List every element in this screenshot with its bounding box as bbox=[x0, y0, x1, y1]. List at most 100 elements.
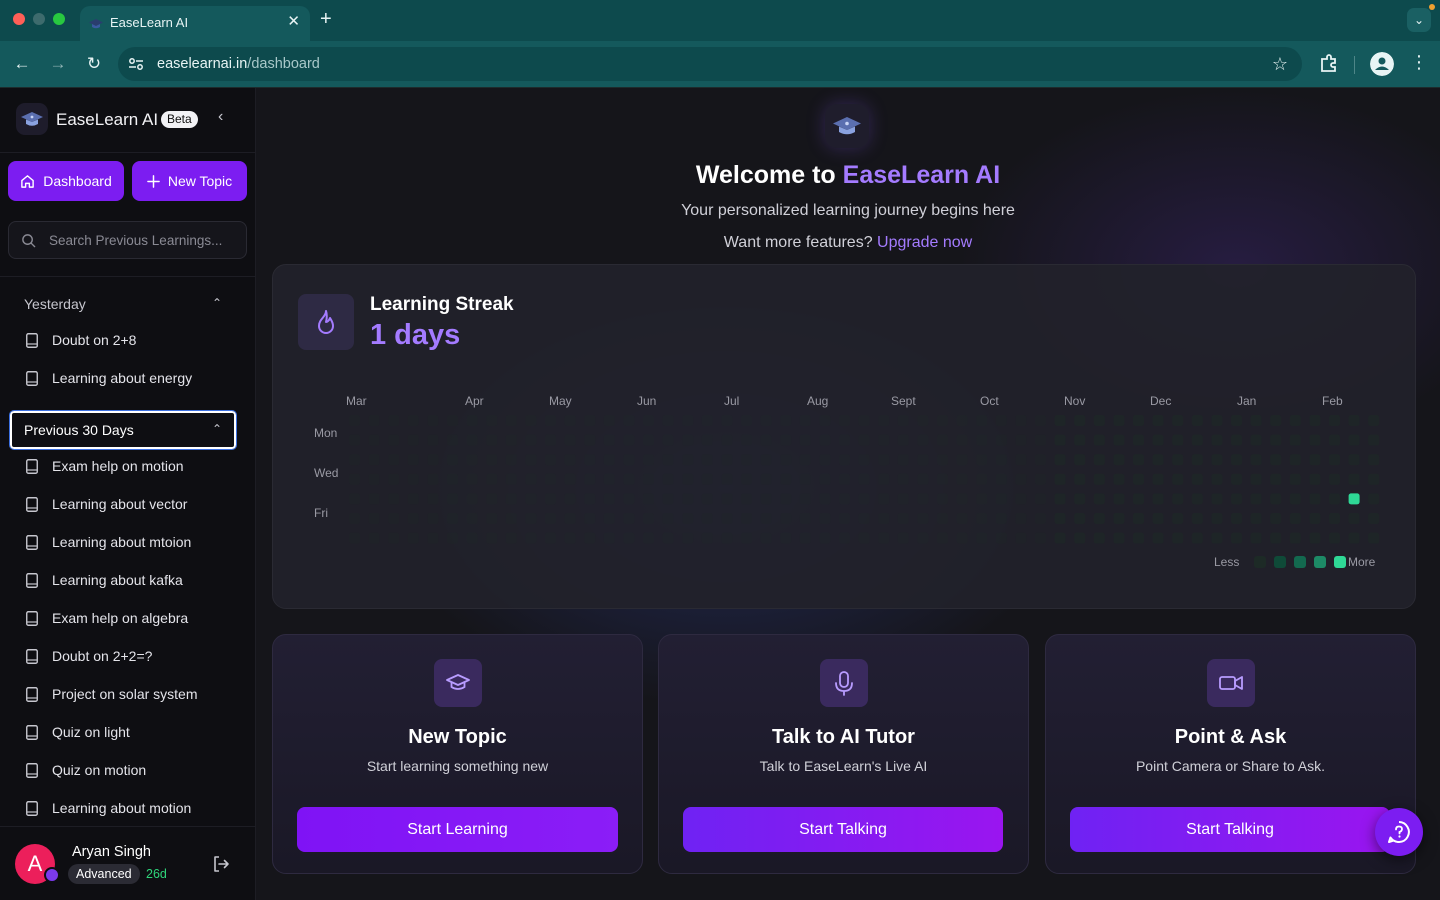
heatmap-cell bbox=[1035, 513, 1046, 524]
heatmap-cell bbox=[1035, 473, 1046, 485]
heatmap-cell bbox=[1250, 454, 1262, 466]
browser-tab[interactable]: EaseLearn AI ✕ bbox=[80, 6, 310, 41]
heatmap-cell bbox=[721, 513, 733, 524]
heatmap-cell bbox=[584, 493, 596, 505]
heatmap-cell bbox=[1309, 513, 1321, 524]
heatmap-cell bbox=[839, 532, 850, 544]
close-window-button[interactable] bbox=[13, 13, 25, 25]
heatmap-cell bbox=[799, 513, 811, 524]
heatmap-cell bbox=[623, 473, 635, 485]
heatmap-cell bbox=[858, 513, 870, 524]
home-icon bbox=[21, 174, 35, 188]
talk-to-ai-tutor-card: Talk to AI Tutor Talk to EaseLearn's Liv… bbox=[658, 634, 1029, 874]
help-chat-button[interactable] bbox=[1375, 808, 1423, 856]
history-item[interactable]: Doubt on 2+2=? bbox=[24, 644, 234, 670]
heatmap-cell bbox=[1191, 513, 1203, 524]
maximize-window-button[interactable] bbox=[53, 13, 65, 25]
heatmap-cell bbox=[643, 493, 654, 505]
history-item[interactable]: Exam help on motion bbox=[24, 454, 234, 480]
upgrade-link[interactable]: Upgrade now bbox=[877, 234, 972, 251]
streak-count: 26d bbox=[146, 867, 167, 881]
heatmap-cell bbox=[897, 493, 909, 505]
heatmap-cell bbox=[1211, 493, 1223, 505]
heatmap-cell bbox=[388, 493, 400, 505]
logout-icon[interactable] bbox=[211, 854, 231, 874]
heatmap-cell bbox=[1231, 513, 1242, 524]
history-item[interactable]: Exam help on algebra bbox=[24, 606, 234, 632]
heatmap-cell bbox=[584, 434, 596, 446]
start-talking-button[interactable]: Start Talking bbox=[683, 807, 1003, 852]
history-item[interactable]: Quiz on motion bbox=[24, 758, 234, 784]
heatmap-cell bbox=[1074, 415, 1086, 426]
legend-swatch bbox=[1314, 556, 1326, 568]
start-talking-camera-button[interactable]: Start Talking bbox=[1070, 807, 1390, 852]
heatmap-cell bbox=[1113, 454, 1125, 466]
heatmap-cell bbox=[1172, 473, 1184, 485]
heatmap-cell bbox=[1329, 454, 1340, 466]
browser-menu-icon[interactable]: ⋮ bbox=[1410, 52, 1428, 76]
heatmap-cell bbox=[917, 473, 929, 485]
heatmap-cell bbox=[937, 513, 948, 524]
group-header-yesterday[interactable]: Yesterday ⌃ bbox=[10, 286, 236, 324]
start-learning-button[interactable]: Start Learning bbox=[297, 807, 618, 852]
heatmap-cell bbox=[1368, 415, 1380, 426]
forward-arrow-icon[interactable]: → bbox=[47, 53, 69, 75]
group-header-previous-30-days[interactable]: Previous 30 Days ⌃ bbox=[9, 410, 237, 450]
heatmap-cell bbox=[427, 532, 439, 544]
heatmap-cell bbox=[878, 513, 890, 524]
history-item[interactable]: Learning about motion bbox=[24, 796, 234, 822]
history-item[interactable]: Learning about vector bbox=[24, 492, 234, 518]
heatmap-cell bbox=[1152, 493, 1164, 505]
new-topic-button[interactable]: New Topic bbox=[132, 161, 247, 201]
heatmap-cell bbox=[1368, 493, 1380, 505]
search-input[interactable] bbox=[49, 230, 239, 250]
heatmap-cell bbox=[976, 454, 988, 466]
heatmap-cell bbox=[976, 434, 988, 446]
graduation-cap-icon bbox=[21, 112, 43, 126]
tab-search-button[interactable]: ⌄ bbox=[1407, 8, 1431, 32]
heatmap-cell bbox=[447, 473, 458, 485]
heatmap-cell bbox=[1211, 513, 1223, 524]
heatmap-cell bbox=[466, 513, 478, 524]
heatmap-cell bbox=[721, 454, 733, 466]
card-subtitle: Talk to EaseLearn's Live AI bbox=[759, 758, 928, 774]
heatmap-cell bbox=[1172, 434, 1184, 446]
history-item[interactable]: Project on solar system bbox=[24, 682, 234, 708]
heatmap-cell bbox=[564, 493, 576, 505]
extensions-puzzle-icon[interactable] bbox=[1318, 53, 1340, 75]
book-icon bbox=[26, 573, 38, 588]
heatmap-cell bbox=[878, 473, 890, 485]
heatmap-cell bbox=[780, 473, 792, 485]
bookmark-star-icon[interactable]: ☆ bbox=[1272, 54, 1288, 75]
history-item[interactable]: Learning about kafka bbox=[24, 568, 234, 594]
history-item[interactable]: Learning about energy bbox=[24, 366, 234, 392]
heatmap-cell bbox=[1250, 415, 1262, 426]
reload-icon[interactable]: ↻ bbox=[83, 53, 105, 75]
heatmap-cell bbox=[1172, 415, 1184, 426]
back-arrow-icon[interactable]: ← bbox=[11, 53, 33, 75]
heatmap-cell bbox=[1093, 513, 1105, 524]
close-tab-icon[interactable]: ✕ bbox=[287, 12, 300, 30]
profile-icon[interactable] bbox=[1370, 52, 1394, 76]
minimize-window-button[interactable] bbox=[33, 13, 45, 25]
collapse-sidebar-icon[interactable]: ‹ bbox=[218, 108, 223, 126]
history-item[interactable]: Learning about mtoion bbox=[24, 530, 234, 556]
heatmap-cell bbox=[1211, 532, 1223, 544]
heatmap-cell bbox=[1035, 415, 1046, 426]
heatmap-cell bbox=[760, 415, 772, 426]
heatmap-cell bbox=[917, 415, 929, 426]
heatmap-cell bbox=[956, 493, 968, 505]
new-tab-icon[interactable]: + bbox=[320, 8, 332, 31]
history-item[interactable]: Doubt on 2+8 bbox=[24, 328, 234, 354]
history-item[interactable]: Quiz on light bbox=[24, 720, 234, 746]
heatmap-cell bbox=[976, 532, 988, 544]
dashboard-button[interactable]: Dashboard bbox=[8, 161, 124, 201]
heatmap-cell bbox=[819, 532, 831, 544]
site-settings-icon[interactable] bbox=[128, 57, 144, 71]
heatmap-cell bbox=[1368, 454, 1380, 466]
heatmap-cell bbox=[368, 493, 380, 505]
heatmap-cell bbox=[525, 454, 537, 466]
heatmap-cell bbox=[1231, 415, 1242, 426]
video-camera-icon bbox=[1219, 676, 1243, 690]
url-field[interactable]: easelearnai.in/dashboard ☆ bbox=[118, 47, 1302, 81]
